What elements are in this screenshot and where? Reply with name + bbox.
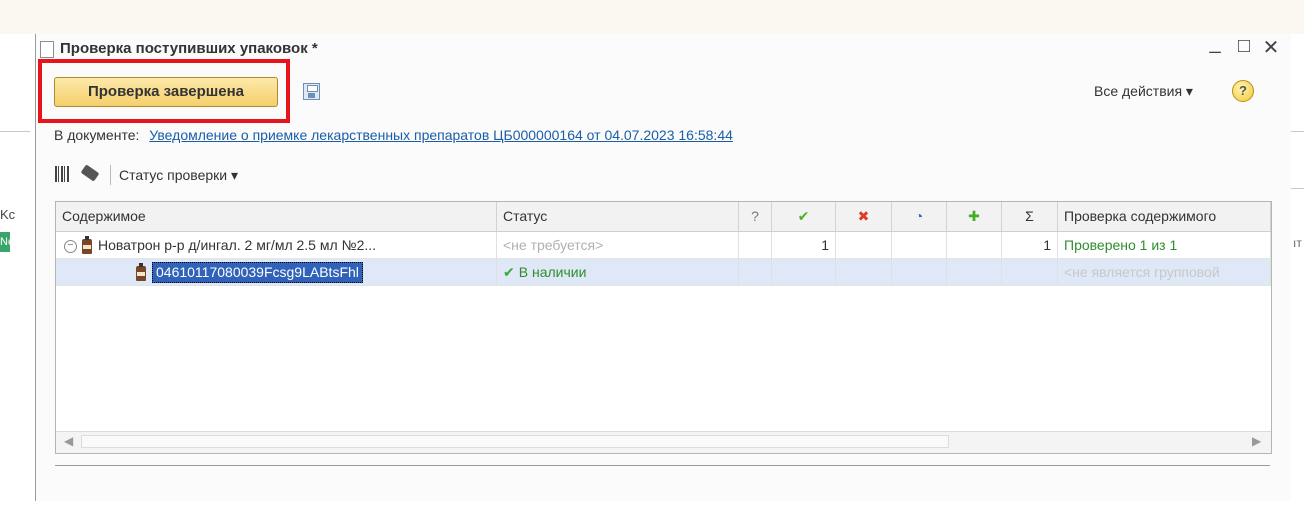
eraser-icon[interactable] [80,164,100,182]
cell-content-check: Проверено 1 из 1 [1058,232,1271,258]
table-row[interactable]: − Новатрон р-р д/ингал. 2 мг/мл 2.5 мл №2… [56,232,1271,259]
table-header: Содержимое Статус ? ✔ ✖ ◔ ✚ Σ Проверка с… [56,202,1271,232]
background-divider [1290,131,1304,132]
cell-pending [892,259,947,285]
status-check-menu[interactable]: Статус проверки ▾ [119,167,238,184]
background-divider [1290,188,1304,189]
column-header-content-check[interactable]: Проверка содержимого [1058,202,1271,231]
cell-content: − Новатрон р-р д/ингал. 2 мг/мл 2.5 мл №2… [56,232,497,258]
document-icon [40,41,54,58]
check-complete-button[interactable]: Проверка завершена [54,77,278,107]
cell-status: ✔ В наличии [497,259,739,285]
collapse-icon[interactable]: − [64,239,77,253]
cell-rejected [836,259,892,285]
save-icon[interactable] [303,83,320,100]
cell-pending [892,232,947,258]
document-link[interactable]: Уведомление о приемке лекарственных преп… [149,127,733,143]
cell-status-text: В наличии [518,264,587,280]
column-header-unknown[interactable]: ? [739,202,772,231]
toolbar-separator [110,165,111,185]
background-divider [0,131,30,132]
background-text-fragment-right: ıт [1293,236,1302,250]
scrollbar-thumb[interactable] [81,435,949,448]
column-header-added[interactable]: ✚ [947,202,1002,231]
background-app-bar [0,0,1304,34]
column-header-content[interactable]: Содержимое [56,202,497,231]
check-packages-window: Проверка поступивших упаковок * _ □ ✕ Пр… [35,32,1291,501]
cell-added [947,232,1002,258]
cell-content: 04610117080039Fcsg9LABtsFhl [56,259,497,285]
close-button[interactable]: ✕ [1259,35,1283,60]
all-actions-menu[interactable]: Все действия ▾ [1094,83,1193,100]
cell-total: 1 [1002,232,1058,258]
medicine-bottle-icon [82,235,92,254]
background-text-fragment: Kc [0,207,16,222]
cell-unknown [739,232,772,258]
packages-table: Содержимое Статус ? ✔ ✖ ◔ ✚ Σ Проверка с… [55,201,1272,454]
cell-status: <не требуется> [497,232,739,258]
scroll-right-icon[interactable]: ▶ [1252,434,1261,448]
background-badge-fragment: Nє [0,232,10,252]
medicine-bottle-icon [136,262,146,281]
maximize-button[interactable]: □ [1232,35,1256,58]
column-header-status[interactable]: Статус [497,202,739,231]
table-row-selected[interactable]: 04610117080039Fcsg9LABtsFhl ✔ В наличии <… [56,259,1271,286]
scroll-left-icon[interactable]: ◀ [64,434,73,448]
cell-content-check: <не является групповой [1058,259,1271,285]
cell-unknown [739,259,772,285]
minimize-button[interactable]: _ [1203,32,1227,55]
cell-checked: 1 [772,232,836,258]
cell-content-text: Новатрон р-р д/ингал. 2 мг/мл 2.5 мл №2.… [98,237,377,253]
column-header-rejected[interactable]: ✖ [836,202,892,231]
cell-checked [772,259,836,285]
cell-content-text[interactable]: 04610117080039Fcsg9LABtsFhl [152,262,363,283]
column-header-total[interactable]: Σ [1002,202,1058,231]
document-reference: В документе: Уведомление о приемке лекар… [54,127,733,143]
cell-rejected [836,232,892,258]
window-title: Проверка поступивших упаковок * [60,40,318,57]
cell-total [1002,259,1058,285]
check-icon: ✔ [503,264,515,280]
column-header-pending[interactable]: ◔ [892,202,947,231]
horizontal-scrollbar[interactable]: ◀ ▶ [56,431,1271,453]
barcode-icon[interactable] [55,166,69,182]
bottom-divider [55,465,1270,466]
cell-added [947,259,1002,285]
help-icon[interactable]: ? [1232,80,1254,102]
column-header-checked[interactable]: ✔ [772,202,836,231]
document-label: В документе: [54,127,140,143]
